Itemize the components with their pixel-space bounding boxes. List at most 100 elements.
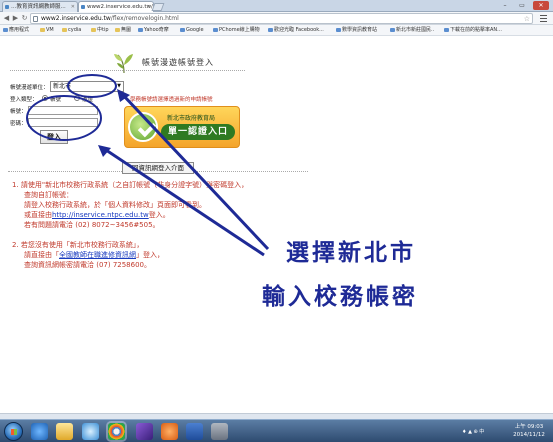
visual-studio-icon[interactable]	[136, 423, 153, 440]
minimize-icon[interactable]: –	[497, 1, 513, 10]
clock[interactable]: 上午 09:03 2014/11/12	[510, 423, 548, 439]
region-selected-value: 新北市	[53, 83, 72, 90]
login-button[interactable]: 登入	[40, 130, 68, 144]
page-icon	[33, 16, 38, 22]
annotation-choose-region: 選擇新北市	[286, 240, 416, 266]
bookmark-item[interactable]: 無圖	[115, 25, 131, 36]
folder-icon	[91, 28, 96, 32]
bookmark-star-icon[interactable]: ☆	[524, 14, 530, 24]
word-icon[interactable]	[186, 423, 203, 440]
google-icon	[180, 28, 185, 32]
tab-favicon-icon	[5, 5, 9, 9]
folder-icon	[115, 28, 120, 32]
windows-taskbar: ♦ ▲ ⊕ 中 上午 09:03 2014/11/12	[0, 419, 553, 442]
site-icon	[444, 28, 449, 32]
region-label: 帳號漫遊單位：	[10, 85, 49, 91]
bookmark-item[interactable]: Google	[180, 25, 204, 36]
system-tray[interactable]: ♦ ▲ ⊕ 中	[462, 428, 484, 435]
arrowhead-login-icon	[98, 145, 111, 157]
bookmark-item[interactable]: PChome線上購物	[213, 25, 260, 36]
new-tab-button[interactable]	[151, 3, 165, 11]
note1-line4: 或直接由http://inservice.ntpc.edu.tw登入。	[24, 211, 170, 219]
bookmark-item[interactable]: VM	[40, 25, 54, 36]
close-window-icon[interactable]: ✕	[533, 1, 549, 10]
page-title: 帳號漫遊帳號登入	[142, 58, 214, 67]
pchome-icon	[213, 28, 218, 32]
note2-line1: 2. 若您沒有使用「新北市校務行政系統」，	[12, 241, 144, 249]
screen: …教育資訊網教師服... ✕ www2.inservice.edu.tw/ ✕ …	[0, 0, 553, 442]
check-badge-icon	[128, 112, 158, 142]
bookmark-item[interactable]: 下載在前的點擊率AN...	[444, 25, 502, 36]
radio-certificate-label: 憑證	[82, 97, 94, 103]
back-to-login-button[interactable]: 回資訊網登入介面	[122, 162, 194, 174]
inservice-ntpc-link[interactable]: http://inservice.ntpc.edu.tw	[52, 211, 149, 219]
tab-favicon-icon	[81, 5, 85, 9]
bookmark-item[interactable]: 數學資訊教育站	[336, 25, 377, 36]
file-explorer-icon[interactable]	[56, 423, 73, 440]
bookmark-apps[interactable]: 應用程式	[3, 25, 29, 36]
bookmark-item[interactable]: cydia	[62, 25, 81, 36]
notice-text: 學務帳號請選擇透過新的申請帳號	[130, 97, 213, 103]
facebook-icon	[268, 28, 273, 32]
reload-icon[interactable]: ↻	[20, 14, 29, 23]
media-player-icon[interactable]	[82, 423, 99, 440]
bookmark-item[interactable]: 歡迎光臨 Facebook...	[268, 25, 324, 36]
account-label: 帳號：	[10, 109, 27, 115]
tab-label: …教育資訊網教師服...	[11, 4, 66, 10]
leaf-logo-icon	[114, 54, 133, 74]
forward-arrow-icon[interactable]: ▶	[11, 14, 20, 23]
start-button[interactable]	[4, 422, 23, 441]
note2-line2: 請直接由「全國教師在職進修資訊網」登入，	[24, 251, 164, 259]
address-bar[interactable]: www2.inservice.edu.tw/flex/removelogin.h…	[30, 13, 533, 24]
firefox-icon[interactable]	[161, 423, 178, 440]
password-label: 密碼：	[10, 121, 27, 127]
bookmark-item[interactable]: 中tip	[91, 25, 109, 36]
account-input[interactable]	[28, 106, 98, 115]
folder-icon	[62, 28, 67, 32]
maximize-icon[interactable]: ▭	[514, 1, 530, 10]
radio-account-label: 帳號	[50, 97, 62, 103]
region-select[interactable]: 新北市 ▼	[50, 81, 124, 92]
note1-line1: 1. 請使用"新北市校務行政系統（之自訂帳號（非身分證字號）與密碼登入，	[12, 181, 249, 189]
browser-nav-bar: ◀ ▶ ↻ www2.inservice.edu.tw/flex/removel…	[0, 12, 553, 25]
hamburger-menu-icon[interactable]	[539, 14, 548, 23]
site-icon	[336, 28, 341, 32]
tab-label: www2.inservice.edu.tw/	[87, 4, 153, 10]
bookmark-item[interactable]: 新北市新莊國民..	[390, 25, 434, 36]
apps-icon	[3, 28, 8, 32]
login-type-label: 登入類型：	[10, 97, 38, 103]
tab-close-icon[interactable]: ✕	[147, 2, 151, 12]
annotation-enter-credentials: 輸入校務帳密	[262, 284, 418, 310]
folder-icon	[40, 28, 45, 32]
clock-date: 2014/11/12	[513, 432, 545, 438]
radio-certificate[interactable]	[74, 95, 80, 101]
app-icon[interactable]	[211, 423, 228, 440]
radio-account[interactable]	[42, 95, 48, 101]
note1-line3: 請登入校務行政系統，於「個人資料修改」頁面即可看到。	[24, 201, 206, 209]
browser-tab-1[interactable]: …教育資訊網教師服... ✕	[2, 1, 78, 12]
login-title-block: 帳號漫遊帳號登入	[112, 51, 232, 75]
site-icon	[390, 28, 395, 32]
note1-line5: 若有問題請電洽 (02) 8072~3456#505。	[24, 221, 160, 229]
password-input[interactable]	[28, 118, 98, 127]
banner-main-label: 單一認證入口	[161, 124, 235, 140]
page-content: 帳號漫遊帳號登入 帳號漫遊單位： 新北市 ▼ 登入類型： 帳號 憑證 學務帳號請…	[0, 37, 553, 413]
bookmarks-bar: 應用程式 VM cydia 中tip 無圖 Yahoo奇摩 Google PCh…	[0, 25, 553, 36]
chrome-icon[interactable]	[108, 423, 125, 440]
address-url: www2.inservice.edu.tw/flex/removelogin.h…	[41, 15, 179, 22]
national-teacher-network-link[interactable]: 全國教師在職進修資訊網	[59, 251, 136, 259]
title-divider	[10, 70, 245, 71]
clock-time: 上午 09:03	[514, 424, 544, 430]
dropdown-arrow-icon: ▼	[117, 83, 121, 89]
internet-explorer-icon[interactable]	[31, 423, 48, 440]
browser-tab-bar: …教育資訊網教師服... ✕ www2.inservice.edu.tw/ ✕ …	[0, 0, 553, 12]
browser-tab-2[interactable]: www2.inservice.edu.tw/ ✕	[78, 1, 154, 12]
back-arrow-icon[interactable]: ◀	[2, 14, 11, 23]
single-sign-on-banner[interactable]: 新北市政府教育局 單一認證入口	[124, 106, 240, 148]
yahoo-icon	[138, 28, 143, 32]
bookmark-item[interactable]: Yahoo奇摩	[138, 25, 169, 36]
banner-subtitle: 新北市政府教育局	[167, 115, 216, 122]
tab-close-icon[interactable]: ✕	[71, 2, 75, 12]
note1-line2: 查詢自訂帳號：	[24, 191, 73, 199]
note2-line3: 查詢資訊網帳密請電洽 (07) 7258600。	[24, 261, 151, 269]
